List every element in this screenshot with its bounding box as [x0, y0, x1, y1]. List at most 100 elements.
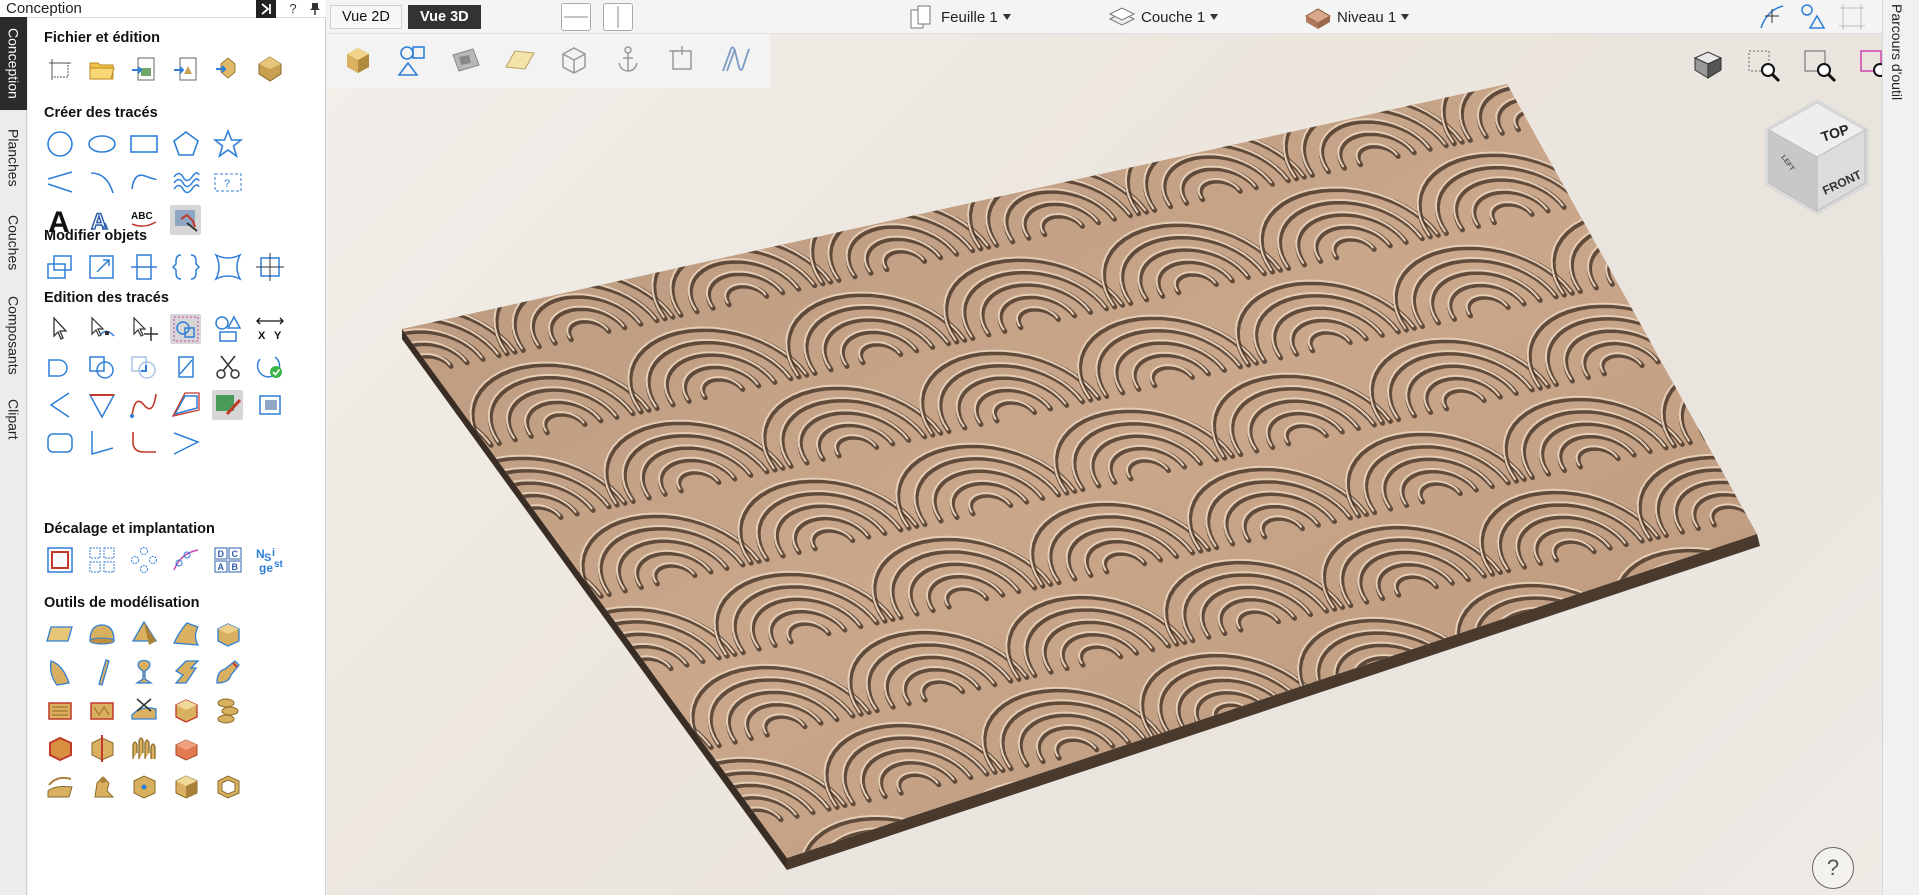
tab-clipart[interactable]: Clipart: [0, 389, 27, 449]
draw-ellipse-button[interactable]: [86, 129, 117, 159]
dome-shape-button[interactable]: [86, 619, 117, 649]
sheet-dropdown[interactable]: Feuille 1: [908, 3, 1011, 31]
shape-editor-button[interactable]: [44, 619, 75, 649]
snap-grid-button[interactable]: [1757, 2, 1787, 32]
circular-array-button[interactable]: [128, 545, 159, 575]
align-object-button[interactable]: [254, 252, 285, 282]
offset-vectors-button[interactable]: [44, 545, 75, 575]
interactive-trim-button[interactable]: [170, 314, 201, 344]
import-vectors-button[interactable]: [128, 54, 159, 84]
overlap-vectors-button[interactable]: [170, 352, 201, 382]
offset-relief-button[interactable]: [128, 695, 159, 725]
show-origin-button[interactable]: [611, 43, 645, 80]
offset-curve-button[interactable]: [170, 390, 201, 420]
distort-object-button[interactable]: [212, 252, 243, 282]
show-plane-button[interactable]: [503, 43, 537, 80]
snap-shapes-button[interactable]: [1797, 2, 1827, 32]
show-toolpath-button[interactable]: [665, 43, 699, 80]
split-horizontal-button[interactable]: [561, 3, 591, 31]
close-vectors-button[interactable]: [254, 352, 285, 382]
pin-icon-button[interactable]: [304, 0, 326, 18]
draw-arc-button[interactable]: [86, 167, 117, 197]
help-button[interactable]: ?: [1812, 847, 1854, 889]
pyramid-shape-button[interactable]: [128, 619, 159, 649]
collapse-panel-button[interactable]: [256, 0, 276, 18]
sweep-two-rails-button[interactable]: [44, 657, 75, 687]
measure-tool-button[interactable]: XY: [254, 314, 285, 344]
extrude-shape-button[interactable]: [170, 619, 201, 649]
draw-wave-button[interactable]: [170, 167, 201, 197]
mirror-object-button[interactable]: [170, 252, 201, 282]
view-all-button[interactable]: [1690, 48, 1726, 87]
import-clipart-button[interactable]: [212, 54, 243, 84]
solid-box-button[interactable]: [170, 771, 201, 801]
select-tool-button[interactable]: [44, 314, 75, 344]
tab-conception[interactable]: Conception: [0, 17, 27, 110]
tab-composants[interactable]: Composants: [0, 285, 27, 385]
spin-shape-button[interactable]: [170, 657, 201, 687]
tab-planches[interactable]: Planches: [0, 115, 27, 201]
shapes-group-button[interactable]: [212, 314, 243, 344]
view-2d-button[interactable]: Vue 2D: [330, 5, 402, 29]
extend-curve-button[interactable]: [128, 428, 159, 458]
show-wave-button[interactable]: [719, 43, 753, 80]
block-shape-button[interactable]: [212, 619, 243, 649]
component-box-button[interactable]: [44, 733, 75, 763]
bird-model-button[interactable]: [86, 771, 117, 801]
node-edit-button[interactable]: [86, 314, 117, 344]
fillet-button[interactable]: [44, 390, 75, 420]
layer-dropdown[interactable]: Couche 1: [1108, 3, 1219, 31]
zoom-selection-button[interactable]: [1858, 48, 1882, 87]
job-setup-button[interactable]: [44, 54, 75, 84]
move-object-button[interactable]: [44, 252, 75, 282]
render-solid-button[interactable]: [341, 43, 375, 80]
smooth-curve-button[interactable]: [128, 390, 159, 420]
help-icon-button[interactable]: ?: [282, 0, 304, 18]
mirror-model-button[interactable]: [86, 733, 117, 763]
join-vectors-button[interactable]: [170, 428, 201, 458]
draw-star-button[interactable]: [212, 129, 243, 159]
zoom-extents-button[interactable]: [1802, 48, 1838, 87]
3d-viewport[interactable]: TOP FRONT LEFT: [327, 34, 1882, 895]
export-model-button[interactable]: [254, 54, 285, 84]
texture-area-button[interactable]: [44, 695, 75, 725]
slice-model-button[interactable]: [170, 695, 201, 725]
weld-vectors-button[interactable]: [44, 352, 75, 382]
wave-relief-button[interactable]: [128, 733, 159, 763]
add-point-model-button[interactable]: [128, 771, 159, 801]
show-bitmap-button[interactable]: [449, 43, 483, 80]
tab-toolpaths[interactable]: Parcours d'outil: [1889, 4, 1905, 100]
transform-tool-button[interactable]: [128, 314, 159, 344]
scissors-button[interactable]: [212, 352, 243, 382]
draw-textbox-button[interactable]: ?: [212, 167, 243, 197]
show-vectors-button[interactable]: [395, 43, 429, 80]
intersect-vectors-button[interactable]: [128, 352, 159, 382]
copy-along-curve-button[interactable]: [170, 545, 201, 575]
scale-object-button[interactable]: [86, 252, 117, 282]
split-vertical-button[interactable]: [603, 3, 633, 31]
draw-rectangle-button[interactable]: [128, 129, 159, 159]
tangent-line-button[interactable]: [86, 428, 117, 458]
coin-stack-button[interactable]: [212, 695, 243, 725]
level-dropdown[interactable]: Niveau 1: [1304, 3, 1410, 31]
zoom-box-button[interactable]: [1746, 48, 1782, 87]
rotate-object-button[interactable]: [128, 252, 159, 282]
nesting-button[interactable]: N Si ge st: [254, 545, 285, 575]
chamfer-button[interactable]: [86, 390, 117, 420]
import-bitmap-button[interactable]: [170, 54, 201, 84]
view-3d-button[interactable]: Vue 3D: [408, 5, 481, 29]
image-fit-button[interactable]: [254, 390, 285, 420]
subtract-vectors-button[interactable]: [86, 352, 117, 382]
cube-split-button[interactable]: [170, 733, 201, 763]
turn-shape-button[interactable]: [128, 657, 159, 687]
frame-box-button[interactable]: [212, 771, 243, 801]
nesting-labels-button[interactable]: DCAB: [212, 545, 243, 575]
smooth-area-button[interactable]: [86, 695, 117, 725]
extrude-weave-button[interactable]: [86, 657, 117, 687]
tab-couches[interactable]: Couches: [0, 206, 27, 280]
open-file-button[interactable]: [86, 54, 117, 84]
draw-circle-button[interactable]: [44, 129, 75, 159]
snap-bounds-button[interactable]: [1837, 2, 1867, 32]
array-copy-button[interactable]: [86, 545, 117, 575]
draw-polygon-button[interactable]: [170, 129, 201, 159]
